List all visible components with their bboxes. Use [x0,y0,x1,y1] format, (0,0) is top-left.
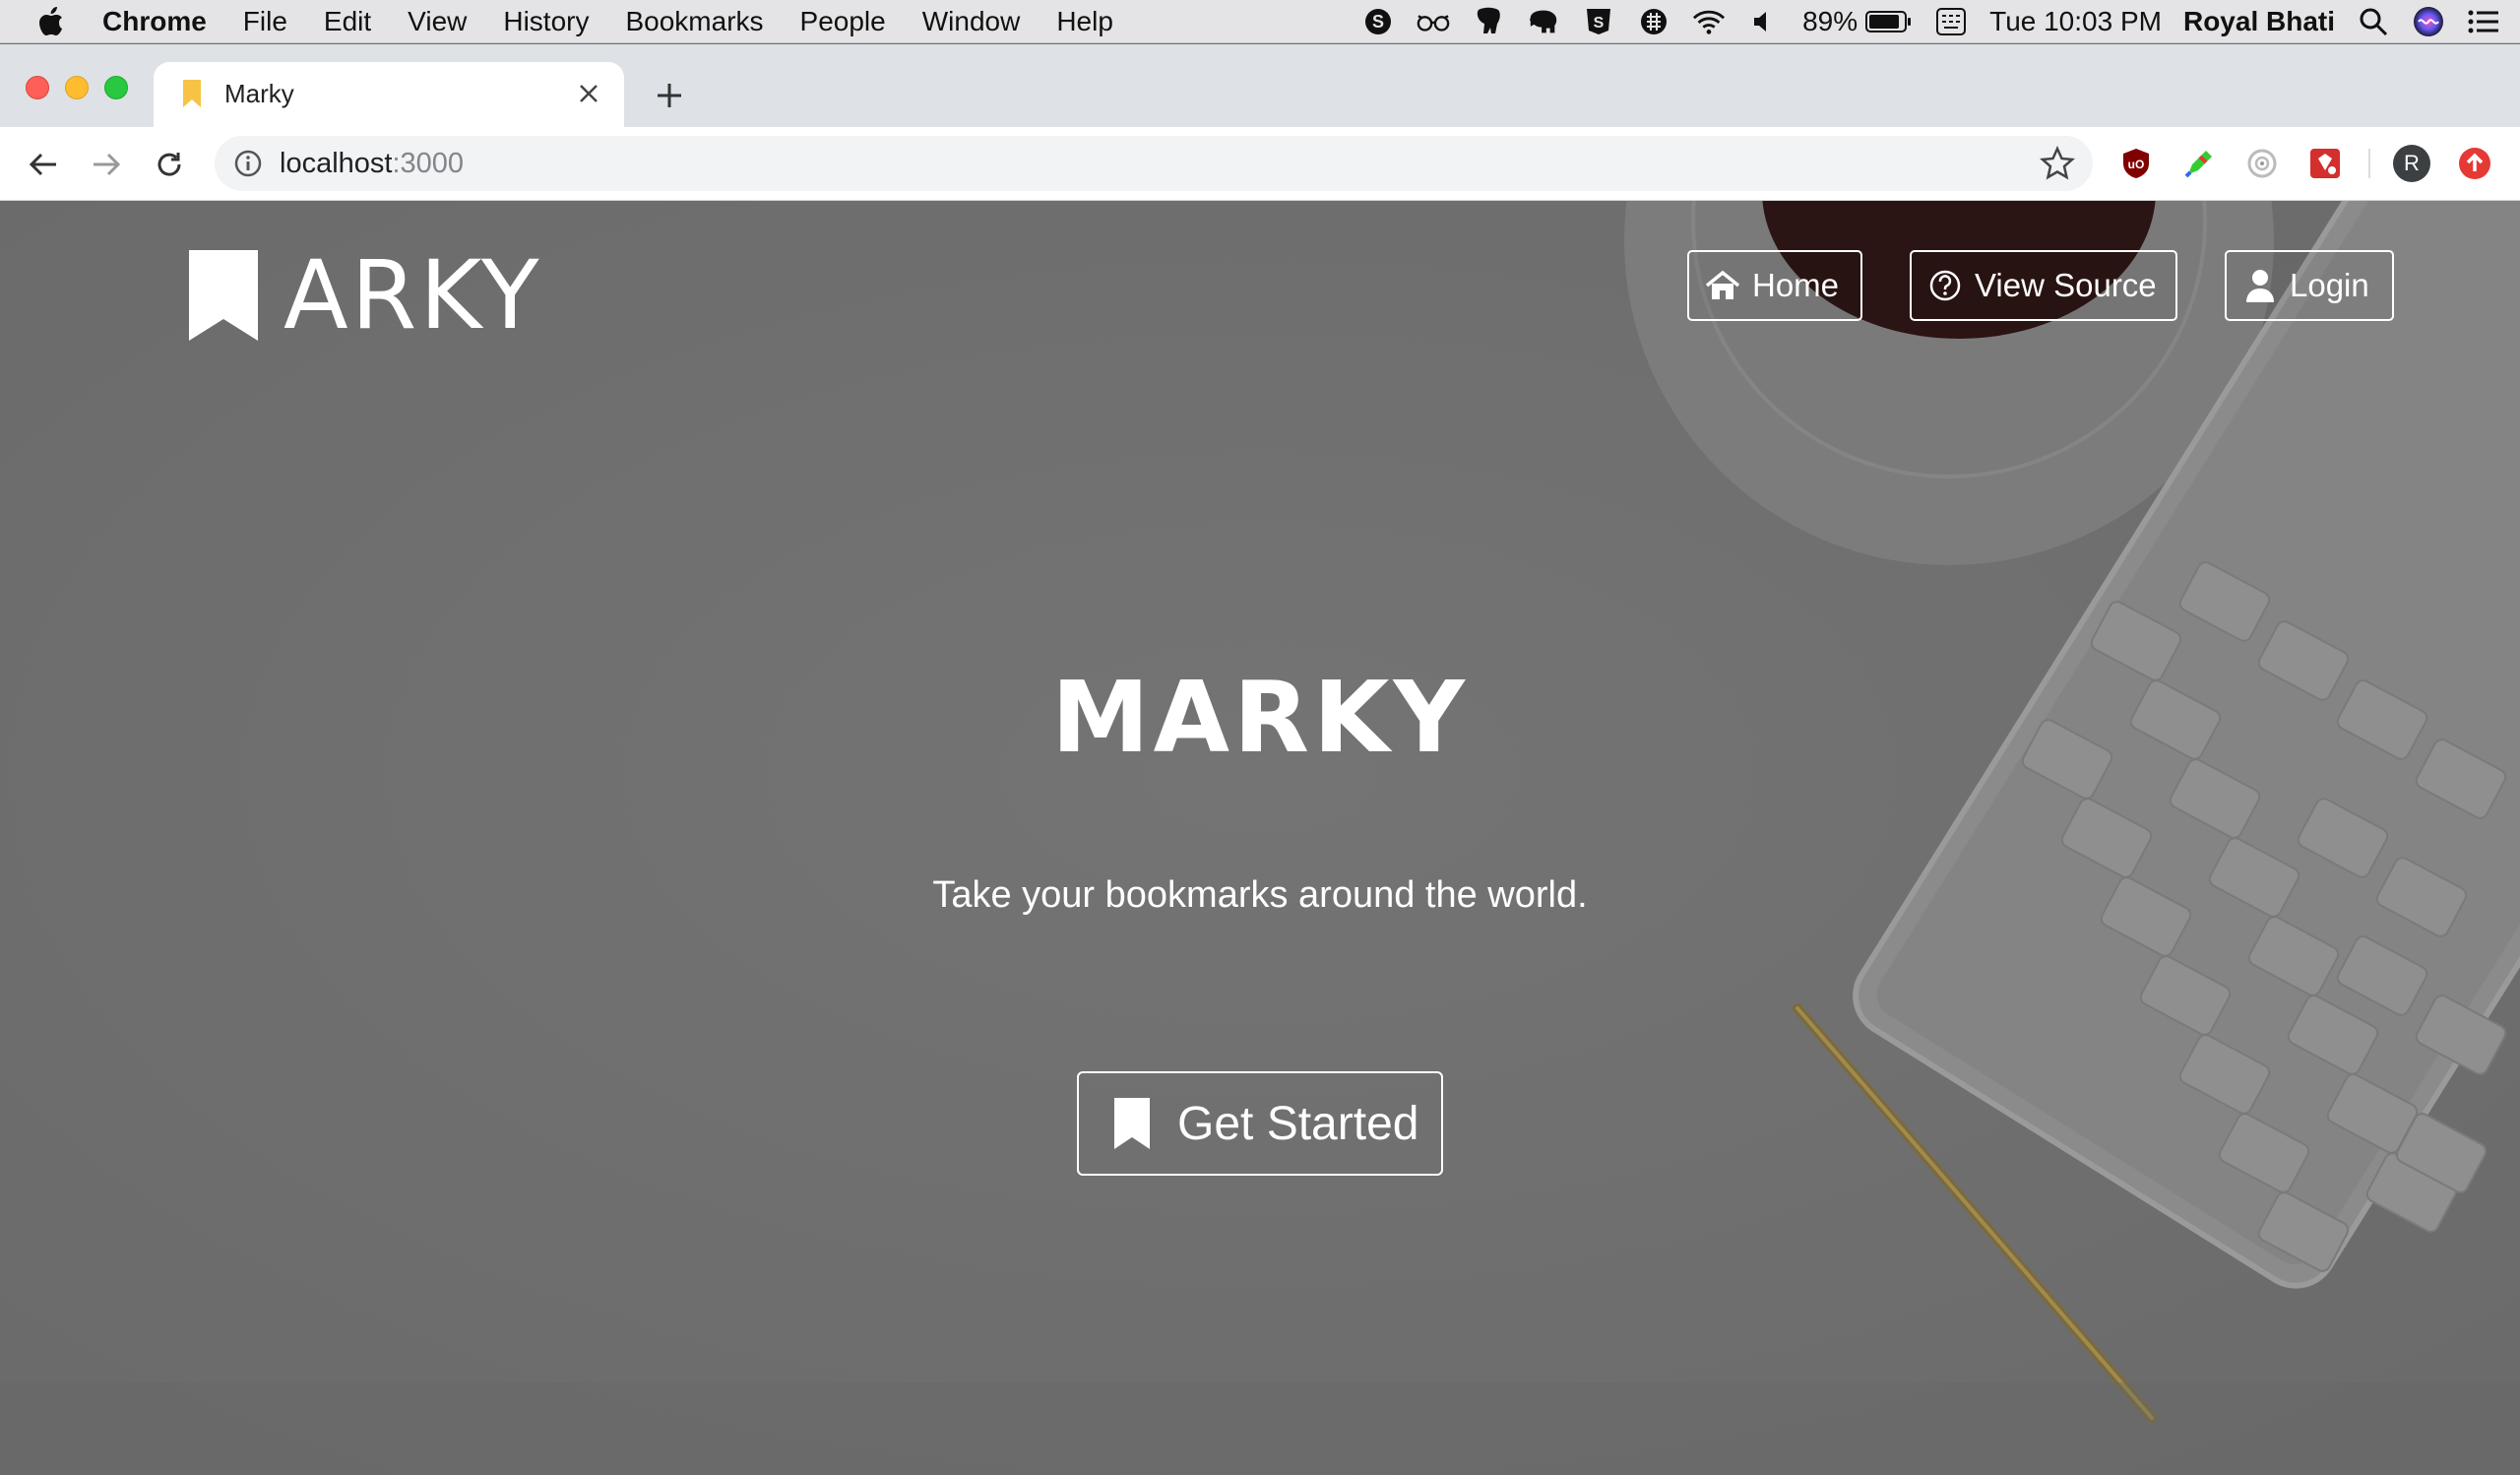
skype-icon[interactable]: S [1361,5,1395,38]
glasses-icon[interactable] [1417,5,1450,38]
home-icon [1705,268,1740,303]
search-icon[interactable] [2357,5,2390,38]
window-controls [26,76,128,99]
volume-icon[interactable] [1747,5,1781,38]
menu-help[interactable]: Help [1056,6,1113,37]
menu-app-name[interactable]: Chrome [102,6,207,37]
hero-section: ARKY Home View Source Login MARKY Take y… [0,201,2520,1475]
update-arrow-icon[interactable] [2455,144,2494,183]
apple-logo-icon[interactable] [37,6,73,37]
menu-file[interactable]: File [243,6,287,37]
hero-subtitle: Take your bookmarks around the world. [932,874,1588,916]
close-tab-icon[interactable] [571,76,606,111]
minimize-window-button[interactable] [65,76,89,99]
menu-window[interactable]: Window [922,6,1021,37]
menu-grid-icon[interactable] [1637,5,1670,38]
battery-icon[interactable] [1865,5,1913,38]
bookmark-icon [1114,1098,1150,1149]
browser-toolbar: localhost:3000 uO R [0,127,2520,201]
nav-login-label: Login [2290,267,2369,303]
hero-title: MARKY [1051,660,1469,775]
ublock-icon[interactable]: uO [2116,144,2156,183]
user-icon [2242,268,2278,303]
zoom-window-button[interactable] [104,76,128,99]
list-icon[interactable] [2467,5,2500,38]
nav-home-button[interactable]: Home [1687,250,1862,321]
get-started-label: Get Started [1177,1097,1419,1150]
new-tab-plus-icon[interactable] [650,76,689,115]
site-info-icon[interactable] [232,148,264,179]
bookmark-star-icon[interactable] [2040,146,2075,181]
eye-dropper-icon[interactable] [2242,144,2282,183]
menu-history[interactable]: History [503,6,589,37]
toolbar-divider [2368,149,2370,178]
svg-text:uO: uO [2128,158,2145,171]
macos-menu-bar: Chrome File Edit View History Bookmarks … [0,0,2520,43]
get-started-button[interactable]: Get Started [1077,1071,1443,1176]
wifi-icon[interactable] [1692,5,1726,38]
brand-logo[interactable]: ARKY [189,240,542,351]
back-arrow-icon[interactable] [22,143,65,186]
nav-view-source-button[interactable]: View Source [1910,250,2177,321]
keyboard-icon[interactable] [1934,5,1968,38]
nav-view-source-label: View Source [1975,267,2157,303]
svg-text:S: S [1372,12,1384,32]
postgres-elephant-icon[interactable] [1472,5,1505,38]
color-picker-icon[interactable] [2179,144,2219,183]
nav-login-button[interactable]: Login [2225,250,2394,321]
hero-background-image [0,201,2520,1475]
svg-text:S: S [1594,15,1605,32]
forward-arrow-icon[interactable] [85,143,128,186]
s-icon[interactable]: S [1582,5,1615,38]
profile-initial: R [2404,151,2420,175]
clock-datetime[interactable]: Tue 10:03 PM [1989,6,2162,37]
evernote-elephant-icon[interactable] [1527,5,1560,38]
tab-title: Marky [224,79,294,108]
ruby-gem-icon[interactable] [2305,144,2345,183]
bookmark-logo-icon [189,250,258,341]
menu-view[interactable]: View [408,6,467,37]
menu-bar-status-area: S S 89% Tue 10:03 PM Royal Bhati [1340,0,2500,43]
close-window-button[interactable] [26,76,49,99]
battery-percent: 89% [1802,6,1858,36]
browser-tab-active[interactable]: Marky [154,62,624,127]
url-host: localhost [280,148,393,179]
bookmark-favicon-icon [183,80,201,107]
url-port: :3000 [392,148,465,179]
menu-bookmarks[interactable]: Bookmarks [625,6,763,37]
menu-edit[interactable]: Edit [324,6,371,37]
nav-home-label: Home [1752,267,1840,303]
brand-name: ARKY [284,240,542,351]
reload-icon[interactable] [148,143,191,186]
user-name[interactable]: Royal Bhati [2183,6,2335,37]
address-bar[interactable]: localhost:3000 [215,136,2093,191]
url-text[interactable]: localhost:3000 [280,148,464,180]
browser-tab-strip: Marky [0,44,2520,127]
profile-avatar[interactable]: R [2392,144,2431,183]
siri-icon[interactable] [2412,5,2445,38]
menu-people[interactable]: People [800,6,886,37]
question-circle-icon [1927,268,1963,303]
